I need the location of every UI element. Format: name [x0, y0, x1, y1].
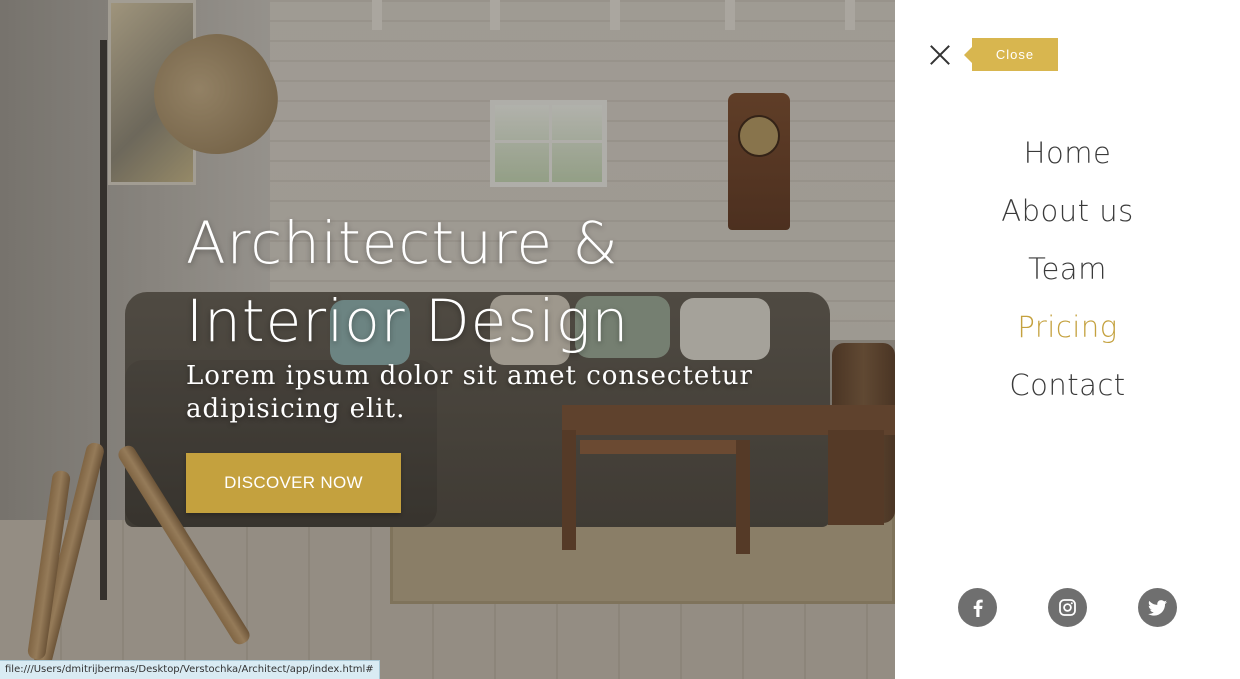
nav-item-contact: Contact: [895, 359, 1240, 417]
nav-link-pricing[interactable]: Pricing: [1017, 310, 1117, 344]
nav-link-about-us[interactable]: About us: [1001, 194, 1133, 228]
nav-link-contact[interactable]: Contact: [1009, 368, 1125, 402]
hero-content: Architecture & Interior Design Lorem ips…: [186, 204, 826, 513]
hero-subtitle: Lorem ipsum dolor sit amet consectetur a…: [186, 361, 753, 424]
close-tooltip: Close: [964, 38, 1058, 71]
hero-title-line-2: Interior Design: [186, 287, 630, 355]
nav-item-home: Home: [895, 127, 1240, 185]
browser-status-url: file:///Users/dmitrijbermas/Desktop/Vers…: [0, 660, 380, 679]
social-links: [958, 588, 1177, 627]
nav-link-team[interactable]: Team: [1028, 252, 1107, 286]
twitter-link[interactable]: [1138, 588, 1177, 627]
instagram-icon: [1059, 599, 1076, 616]
hero-title: Architecture & Interior Design: [186, 204, 826, 360]
nav-item-pricing: Pricing: [895, 301, 1240, 359]
instagram-link[interactable]: [1048, 588, 1087, 627]
facebook-link[interactable]: [958, 588, 997, 627]
side-menu-panel: Close Home About us Team Pricing Contact: [895, 0, 1240, 679]
nav-item-about: About us: [895, 185, 1240, 243]
nav-item-team: Team: [895, 243, 1240, 301]
twitter-icon: [1148, 599, 1167, 616]
facebook-icon: [973, 599, 983, 617]
hero-title-line-1: Architecture &: [186, 209, 619, 277]
hero-section: Architecture & Interior Design Lorem ips…: [0, 0, 895, 679]
main-nav: Home About us Team Pricing Contact: [895, 127, 1240, 417]
close-icon[interactable]: [929, 44, 951, 66]
nav-link-home[interactable]: Home: [1024, 136, 1112, 170]
discover-now-button[interactable]: DISCOVER NOW: [186, 453, 401, 513]
